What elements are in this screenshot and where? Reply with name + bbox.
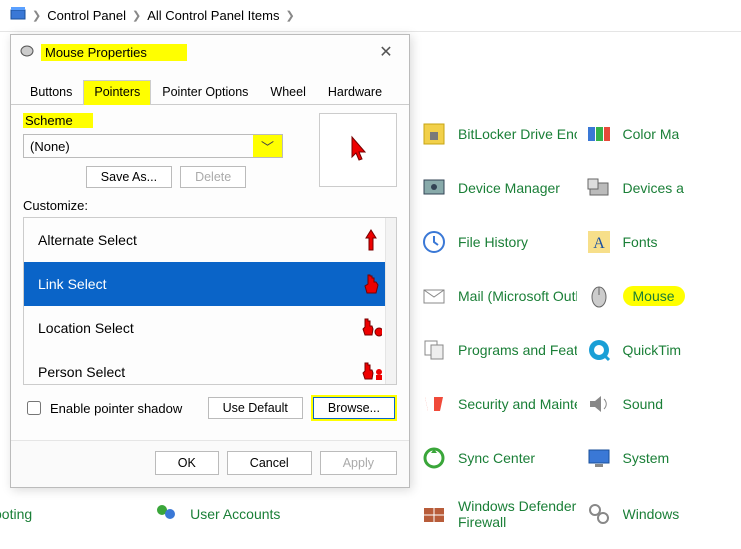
cursor-listbox[interactable]: Alternate Select Link Select Location Se… <box>23 217 397 385</box>
cp-item-label: Device Manager <box>458 180 560 196</box>
cp-item-label: Mouse <box>623 286 685 306</box>
cp-item-label: System <box>623 450 670 466</box>
cp-item-label: File History <box>458 234 528 250</box>
cp-item-label: Sync Center <box>458 450 535 466</box>
cp-item-troubleshooting[interactable]: ooting <box>0 500 32 528</box>
list-item[interactable]: Location Select <box>24 306 396 350</box>
fonts-icon: A <box>585 228 613 256</box>
checkbox-input[interactable] <box>27 401 41 415</box>
tab-pointers[interactable]: Pointers <box>83 80 151 105</box>
mail-icon <box>420 282 448 310</box>
cp-item-user-accounts[interactable]: User Accounts <box>152 500 280 528</box>
dialog-title: Mouse Properties <box>41 44 187 61</box>
list-item-label: Person Select <box>38 364 125 380</box>
list-item-label: Location Select <box>38 320 134 336</box>
security-icon <box>420 390 448 418</box>
close-button[interactable]: ✕ <box>371 42 401 62</box>
cp-item-label: BitLocker Drive Encryption <box>458 126 577 142</box>
cp-item-devices[interactable]: Devices a <box>585 174 741 202</box>
cp-item-bitlocker[interactable]: BitLocker Drive Encryption <box>420 120 577 148</box>
cp-item-color-management[interactable]: Color Ma <box>585 120 741 148</box>
devices-icon <box>585 174 613 202</box>
cp-item-mouse[interactable]: Mouse <box>585 282 741 310</box>
chevron-right-icon: ❯ <box>32 9 41 22</box>
dialog-titlebar: Mouse Properties ✕ <box>11 35 409 65</box>
programs-icon <box>420 336 448 364</box>
tab-strip: Buttons Pointers Pointer Options Wheel H… <box>11 65 409 105</box>
ok-button[interactable]: OK <box>155 451 219 475</box>
cursor-preview <box>319 113 397 187</box>
file-history-icon <box>420 228 448 256</box>
breadcrumb-item[interactable]: Control Panel <box>47 8 126 23</box>
cp-item-label: Devices a <box>623 180 684 196</box>
tab-pointer-options[interactable]: Pointer Options <box>151 80 259 105</box>
use-default-button[interactable]: Use Default <box>208 397 303 419</box>
list-item[interactable]: Person Select <box>24 350 396 385</box>
device-manager-icon <box>420 174 448 202</box>
dialog-actions: OK Cancel Apply <box>11 440 409 487</box>
delete-button[interactable]: Delete <box>180 166 246 188</box>
scheme-select[interactable]: (None) ﹀ <box>23 134 283 158</box>
mouse-icon <box>19 45 35 60</box>
color-icon <box>585 120 613 148</box>
control-panel-grid: BitLocker Drive Encryption Color Ma Devi… <box>420 120 741 530</box>
cp-item-label: Sound <box>623 396 663 412</box>
list-item-label: Alternate Select <box>38 232 137 248</box>
cp-item-label: Fonts <box>623 234 658 250</box>
hand-pointer-icon <box>360 272 382 296</box>
browse-button[interactable]: Browse... <box>313 397 395 419</box>
breadcrumb: ❯ Control Panel ❯ All Control Panel Item… <box>0 0 741 32</box>
cp-item-mail[interactable]: Mail (Microsoft Outlook) <box>420 282 577 310</box>
cp-item-file-history[interactable]: File History <box>420 228 577 256</box>
list-item[interactable]: Alternate Select <box>24 218 396 262</box>
arrow-up-icon <box>360 228 382 252</box>
cp-item-device-manager[interactable]: Device Manager <box>420 174 577 202</box>
svg-text:A: A <box>593 235 605 252</box>
cp-item-label: User Accounts <box>190 506 280 522</box>
mouse-properties-dialog: Mouse Properties ✕ Buttons Pointers Poin… <box>10 34 410 488</box>
checkbox-label: Enable pointer shadow <box>50 401 182 416</box>
cp-item-label: ooting <box>0 506 32 522</box>
apply-button[interactable]: Apply <box>320 451 397 475</box>
quicktime-icon <box>585 336 613 364</box>
mouse-icon <box>585 282 613 310</box>
chevron-right-icon: ❯ <box>285 9 294 22</box>
cp-item-quicktime[interactable]: QuickTim <box>585 336 741 364</box>
cp-item-label: Mail (Microsoft Outlook) <box>458 288 577 304</box>
chevron-right-icon: ❯ <box>132 9 141 22</box>
cp-item-fonts[interactable]: A Fonts <box>585 228 741 256</box>
cp-root-icon <box>10 6 26 25</box>
cp-item-label: Security and Maintenance <box>458 396 577 412</box>
bitlocker-icon <box>420 120 448 148</box>
chevron-down-icon: ﹀ <box>253 135 282 157</box>
cp-item-security[interactable]: Security and Maintenance <box>420 390 577 418</box>
cp-item-label: QuickTim <box>623 342 682 358</box>
control-panel-bottom-row: ooting User Accounts <box>0 500 741 528</box>
sync-icon <box>420 444 448 472</box>
list-item-label: Link Select <box>38 276 106 292</box>
tab-hardware[interactable]: Hardware <box>317 80 393 105</box>
system-icon <box>585 444 613 472</box>
customize-label: Customize: <box>23 198 397 213</box>
scheme-value: (None) <box>30 139 70 154</box>
list-item-selected[interactable]: Link Select <box>24 262 396 306</box>
hand-pin-icon <box>360 316 382 340</box>
enable-pointer-shadow-checkbox[interactable]: Enable pointer shadow <box>23 398 182 418</box>
cp-item-programs[interactable]: Programs and Features <box>420 336 577 364</box>
scheme-label: Scheme <box>23 113 93 128</box>
tab-wheel[interactable]: Wheel <box>259 80 316 105</box>
breadcrumb-item[interactable]: All Control Panel Items <box>147 8 279 23</box>
cp-item-label: Programs and Features <box>458 342 577 358</box>
cancel-button[interactable]: Cancel <box>227 451 312 475</box>
sound-icon <box>585 390 613 418</box>
cp-item-sound[interactable]: Sound <box>585 390 741 418</box>
cp-item-sync[interactable]: Sync Center <box>420 444 577 472</box>
hand-person-icon <box>360 360 382 384</box>
save-as-button[interactable]: Save As... <box>86 166 172 188</box>
users-icon <box>152 500 180 528</box>
cp-item-label: Color Ma <box>623 126 680 142</box>
tab-buttons[interactable]: Buttons <box>19 80 83 105</box>
cp-item-system[interactable]: System <box>585 444 741 472</box>
